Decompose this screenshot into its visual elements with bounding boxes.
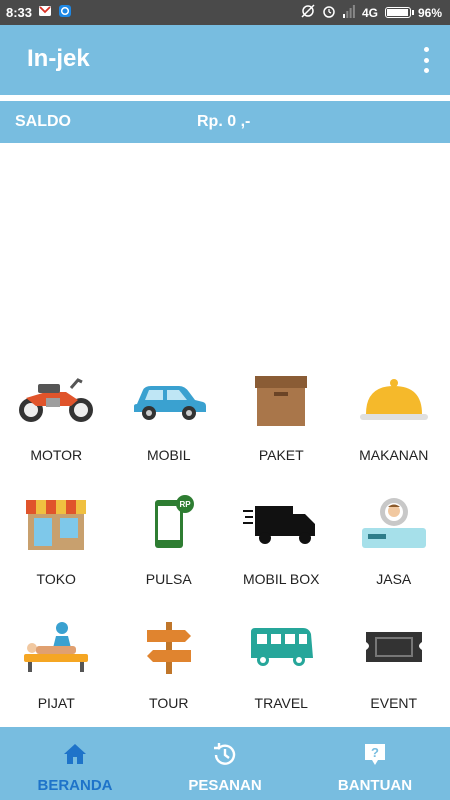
- service-label: EVENT: [370, 695, 418, 711]
- service-label: MOBIL: [146, 447, 191, 463]
- history-icon: [214, 743, 236, 765]
- service-motor[interactable]: MOTOR: [0, 360, 113, 484]
- service-label: TOUR: [149, 695, 189, 711]
- tab-label: PESANAN: [188, 777, 262, 794]
- service-label: TRAVEL: [254, 695, 308, 711]
- saldo-bar: SALDO Rp. 0 ,-: [0, 101, 450, 143]
- alarm-icon: [322, 4, 336, 21]
- service-pijat[interactable]: PIJAT: [0, 608, 113, 732]
- service-label: JASA: [376, 571, 412, 587]
- ticket-icon: [365, 632, 422, 662]
- package-box-icon: [255, 376, 308, 426]
- status-bar: 8:33 4G 96%: [0, 0, 450, 25]
- tab-bantuan[interactable]: ? BANTUAN: [300, 727, 450, 800]
- home-icon: [64, 744, 86, 764]
- bottom-nav: BERANDA PESANAN ? BANTUAN: [0, 727, 450, 800]
- service-label: PIJAT: [37, 695, 75, 711]
- service-label: PAKET: [258, 447, 304, 463]
- service-tour[interactable]: TOUR: [113, 608, 226, 732]
- delivery-truck-icon: [243, 506, 316, 544]
- chat-icon: [58, 4, 72, 21]
- store-icon: [26, 500, 87, 550]
- car-icon: [133, 386, 206, 420]
- tab-beranda[interactable]: BERANDA: [0, 727, 150, 800]
- network-type: 4G: [361, 5, 378, 20]
- service-toko[interactable]: TOKO: [0, 484, 113, 608]
- saldo-label: SALDO: [15, 113, 71, 130]
- battery-percent: 96%: [417, 5, 442, 20]
- signal-icon: [342, 4, 355, 21]
- service-label: MOBIL BOX: [242, 571, 320, 587]
- help-icon: ?: [365, 744, 385, 765]
- sync-off-icon: [301, 4, 315, 21]
- signpost-icon: [146, 622, 191, 674]
- tab-label: BERANDA: [37, 777, 113, 794]
- battery-icon: [384, 7, 414, 18]
- services-grid: MOTOR MOBIL PAKET MAKANAN TOKO RP PULSA …: [0, 360, 450, 732]
- svg-text:?: ?: [371, 745, 379, 760]
- service-label: MAKANAN: [359, 447, 429, 463]
- massage-icon: [24, 622, 89, 672]
- service-label: MOTOR: [30, 447, 83, 463]
- service-pulsa[interactable]: RP PULSA: [113, 484, 226, 608]
- food-cloche-icon: [359, 379, 428, 420]
- service-label: TOKO: [36, 571, 76, 587]
- service-makanan[interactable]: MAKANAN: [338, 360, 450, 484]
- service-worker-icon: [361, 498, 426, 548]
- status-time: 8:33: [6, 5, 33, 20]
- service-event[interactable]: EVENT: [338, 608, 450, 732]
- app-title: In-jek: [27, 45, 90, 72]
- bus-icon: [251, 628, 314, 666]
- more-vertical-icon[interactable]: [422, 47, 430, 73]
- service-mobil[interactable]: MOBIL: [113, 360, 226, 484]
- motorcycle-icon: [19, 378, 94, 422]
- service-mobil-box[interactable]: MOBIL BOX: [225, 484, 338, 608]
- service-travel[interactable]: TRAVEL: [225, 608, 338, 732]
- svg-text:RP: RP: [179, 500, 191, 509]
- saldo-value: Rp. 0 ,-: [197, 113, 251, 130]
- tab-pesanan[interactable]: PESANAN: [150, 727, 300, 800]
- gmail-icon: [38, 4, 52, 21]
- phone-credit-icon: RP: [154, 495, 194, 548]
- app-bar: In-jek: [0, 25, 450, 95]
- service-jasa[interactable]: JASA: [338, 484, 450, 608]
- tab-label: BANTUAN: [337, 777, 413, 794]
- service-label: PULSA: [145, 571, 192, 587]
- service-paket[interactable]: PAKET: [225, 360, 338, 484]
